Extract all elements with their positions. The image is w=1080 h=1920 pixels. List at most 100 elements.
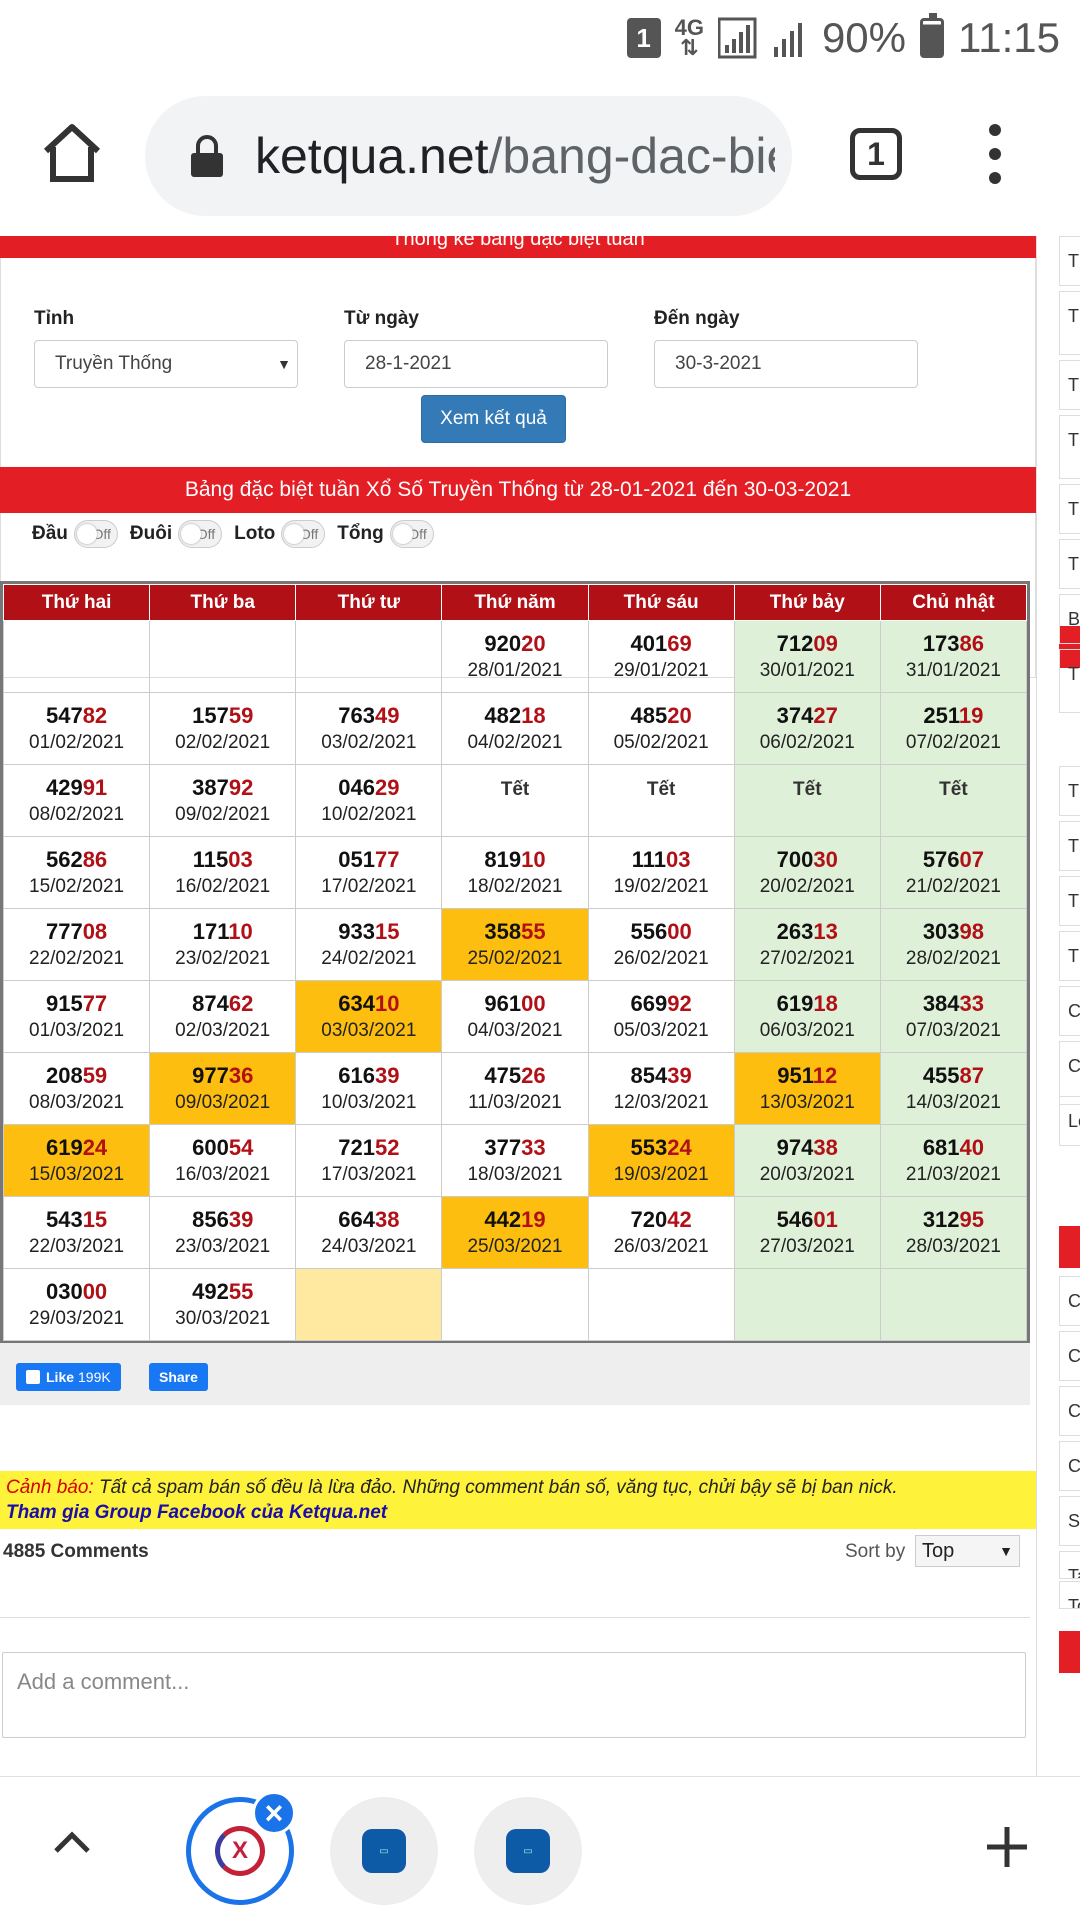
- result-number: 04629: [338, 774, 400, 800]
- sidebar-link[interactable]: Ch: [1059, 1386, 1080, 1436]
- result-date: 26/02/2021: [613, 947, 709, 969]
- tab-thumbnail[interactable]: ▭: [330, 1797, 438, 1905]
- result-cell: 26313 27/02/2021: [733, 908, 881, 981]
- sidebar-link[interactable]: Th: [1059, 876, 1080, 926]
- result-number: 66992: [630, 990, 692, 1016]
- result-cell: 48520 05/02/2021: [587, 692, 735, 765]
- province-select[interactable]: Truyền Thống ▼: [34, 340, 298, 388]
- result-number: 26313: [776, 918, 838, 944]
- view-results-button[interactable]: Xem kết quả: [421, 395, 566, 443]
- result-cell: 49255 30/03/2021: [149, 1268, 297, 1341]
- to-date-input[interactable]: 30-3-2021: [654, 340, 918, 388]
- result-date: 07/03/2021: [905, 1019, 1001, 1041]
- result-date: 20/02/2021: [759, 875, 855, 897]
- sidebar-link[interactable]: Th: [1059, 360, 1080, 410]
- result-cell: 68140 21/03/2021: [879, 1124, 1028, 1197]
- battery-icon: [920, 13, 944, 58]
- holiday-label: Tết: [646, 778, 676, 800]
- result-date: 17/02/2021: [321, 875, 417, 897]
- result-cell: 61918 06/03/2021: [733, 980, 881, 1053]
- sidebar-link[interactable]: Th: [1059, 539, 1080, 589]
- table-title: Bảng đặc biệt tuần Xổ Số Truyền Thống từ…: [0, 467, 1036, 513]
- facebook-group-link[interactable]: Tham gia Group Facebook của Ketqua.net: [6, 1500, 1030, 1525]
- url-text[interactable]: ketqua.net/bang-dac-bie: [255, 127, 775, 185]
- chevron-up-icon[interactable]: [52, 1823, 92, 1863]
- toggle-duoi[interactable]: Off: [178, 520, 223, 548]
- result-number: 68140: [922, 1134, 985, 1160]
- toggle-tong[interactable]: Off: [389, 520, 434, 548]
- chevron-down-icon: ▼: [277, 356, 291, 372]
- sort-select[interactable]: Top ▼: [915, 1535, 1020, 1567]
- sidebar-link[interactable]: Ta: [1059, 1551, 1080, 1579]
- result-date: 25/03/2021: [467, 1235, 563, 1257]
- result-cell: [149, 620, 297, 693]
- sidebar-link[interactable]: Th: [1059, 931, 1080, 981]
- result-cell: 42991 08/02/2021: [2, 764, 151, 837]
- sidebar-link[interactable]: Th: [1059, 236, 1080, 286]
- result-cell: 44219 25/03/2021: [441, 1196, 589, 1269]
- tab-switcher-button[interactable]: 1: [850, 128, 902, 180]
- sidebar-link[interactable]: Th th: [1059, 649, 1080, 713]
- from-date-input[interactable]: 28-1-2021: [344, 340, 608, 388]
- result-cell: 76349 03/02/2021: [295, 692, 443, 765]
- sidebar-link[interactable]: Sc: [1059, 1496, 1080, 1546]
- more-menu-icon[interactable]: [985, 124, 1005, 184]
- sidebar-link[interactable]: Ba: [1059, 594, 1080, 644]
- lock-icon: [191, 135, 223, 177]
- sidebar-link[interactable]: Ch: [1059, 1441, 1080, 1491]
- result-cell: 72152 17/03/2021: [295, 1124, 443, 1197]
- result-number: 55600: [630, 918, 692, 944]
- result-number: 97736: [192, 1062, 254, 1088]
- sidebar-link[interactable]: Th lo: [1059, 415, 1080, 479]
- result-date: 31/01/2021: [905, 659, 1001, 681]
- result-number: 97438: [776, 1134, 838, 1160]
- holiday-label: Tết: [939, 778, 968, 800]
- result-date: 03/02/2021: [321, 731, 417, 753]
- close-tab-icon[interactable]: ×: [252, 1791, 296, 1835]
- result-date: 28/03/2021: [905, 1235, 1001, 1257]
- result-date: 05/03/2021: [613, 1019, 709, 1041]
- result-cell: 71209 30/01/2021: [733, 620, 881, 693]
- result-cell: 45587 14/03/2021: [879, 1052, 1028, 1125]
- result-number: 49255: [192, 1278, 254, 1304]
- facebook-like-button[interactable]: Like 199K: [16, 1363, 121, 1391]
- home-icon[interactable]: [40, 121, 104, 185]
- result-number: 17386: [922, 630, 985, 656]
- sidebar-link[interactable]: Lo: [1059, 1096, 1080, 1146]
- result-number: 47526: [484, 1062, 546, 1088]
- result-cell: 31295 28/03/2021: [879, 1196, 1028, 1269]
- sidebar-link[interactable]: Cu: [1059, 986, 1080, 1036]
- result-cell: 61924 15/03/2021: [2, 1124, 151, 1197]
- social-bar: Like 199K Share: [0, 1343, 1030, 1405]
- toggle-loto[interactable]: Off: [281, 520, 326, 548]
- sidebar-link[interactable]: Ch: [1059, 1331, 1080, 1381]
- sidebar-link[interactable]: Th: [1059, 766, 1080, 816]
- sidebar-link[interactable]: Ch: [1059, 1276, 1080, 1326]
- sidebar-link[interactable]: To: [1059, 1581, 1080, 1609]
- result-cell: 63410 03/03/2021: [295, 980, 443, 1053]
- sidebar-link[interactable]: Th lo: [1059, 291, 1080, 355]
- sidebar-link[interactable]: Th: [1059, 821, 1080, 871]
- facebook-share-button[interactable]: Share: [149, 1363, 208, 1391]
- result-cell: [587, 1268, 735, 1341]
- plus-icon[interactable]: [985, 1825, 1029, 1869]
- result-cell: 81910 18/02/2021: [441, 836, 589, 909]
- tab-thumbnail[interactable]: ▭: [474, 1797, 582, 1905]
- result-date: 30/01/2021: [759, 659, 855, 681]
- table-row: 42991 08/02/2021 38792 09/02/2021 04629 10/02…: [2, 764, 1028, 837]
- result-cell: 97736 09/03/2021: [149, 1052, 297, 1125]
- comment-input[interactable]: Add a comment...: [2, 1652, 1026, 1738]
- stats-banner: Thống kê bảng đặc biệt tuần: [0, 236, 1036, 258]
- warning-banner: Cảnh báo: Tất cả spam bán số đều là lừa …: [0, 1471, 1036, 1529]
- result-date: 21/03/2021: [905, 1163, 1001, 1185]
- toggle-dau[interactable]: Off: [73, 520, 118, 548]
- result-number: 42991: [45, 774, 108, 800]
- status-icons: 1 4G ⇅ 90% 11:15: [626, 12, 1060, 64]
- result-date: 18/03/2021: [467, 1163, 563, 1185]
- result-number: 37427: [776, 702, 838, 728]
- result-number: 17110: [192, 918, 253, 944]
- result-date: 04/02/2021: [467, 731, 563, 753]
- sidebar-link[interactable]: Th: [1059, 484, 1080, 534]
- address-bar[interactable]: ketqua.net/bang-dac-bie: [145, 96, 792, 216]
- result-number: 38433: [922, 990, 985, 1016]
